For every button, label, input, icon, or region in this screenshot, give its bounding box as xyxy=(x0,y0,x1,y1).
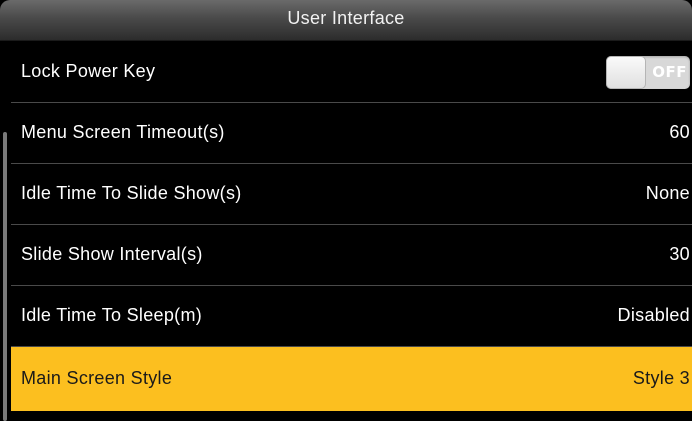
menu-item-label: Slide Show Interval(s) xyxy=(21,244,203,264)
scrollbar[interactable] xyxy=(3,132,7,421)
menu-item-main-screen-style[interactable]: Main Screen Style Style 3 xyxy=(11,347,692,411)
page-title: User Interface xyxy=(287,8,405,28)
toggle-state-label: OFF xyxy=(652,63,687,81)
title-bar: User Interface xyxy=(0,0,692,41)
device-screen: User Interface Lock Power Key OFF Menu S… xyxy=(0,0,692,421)
menu-item-menu-screen-timeout[interactable]: Menu Screen Timeout(s) 60 xyxy=(11,103,692,164)
settings-list: Lock Power Key OFF Menu Screen Timeout(s… xyxy=(11,42,692,411)
menu-item-value: Style 3 xyxy=(632,368,690,388)
menu-item-slide-show-interval[interactable]: Slide Show Interval(s) 30 xyxy=(11,225,692,286)
menu-item-lock-power-key[interactable]: Lock Power Key OFF xyxy=(11,42,692,103)
menu-item-value: None xyxy=(645,183,690,203)
menu-item-label: Menu Screen Timeout(s) xyxy=(21,122,225,142)
menu-item-idle-time-to-slide-show[interactable]: Idle Time To Slide Show(s) None xyxy=(11,164,692,225)
menu-item-value: Disabled xyxy=(617,305,690,325)
menu-item-idle-time-to-sleep[interactable]: Idle Time To Sleep(m) Disabled xyxy=(11,286,692,347)
menu-item-label: Idle Time To Sleep(m) xyxy=(21,305,203,325)
menu-item-value: 60 xyxy=(669,122,690,142)
menu-item-label: Main Screen Style xyxy=(21,368,173,388)
menu-item-value: 30 xyxy=(669,244,690,264)
menu-item-label: Lock Power Key xyxy=(21,61,156,81)
lock-power-key-toggle[interactable]: OFF xyxy=(606,56,690,89)
menu-item-label: Idle Time To Slide Show(s) xyxy=(21,183,242,203)
toggle-knob xyxy=(606,56,646,89)
